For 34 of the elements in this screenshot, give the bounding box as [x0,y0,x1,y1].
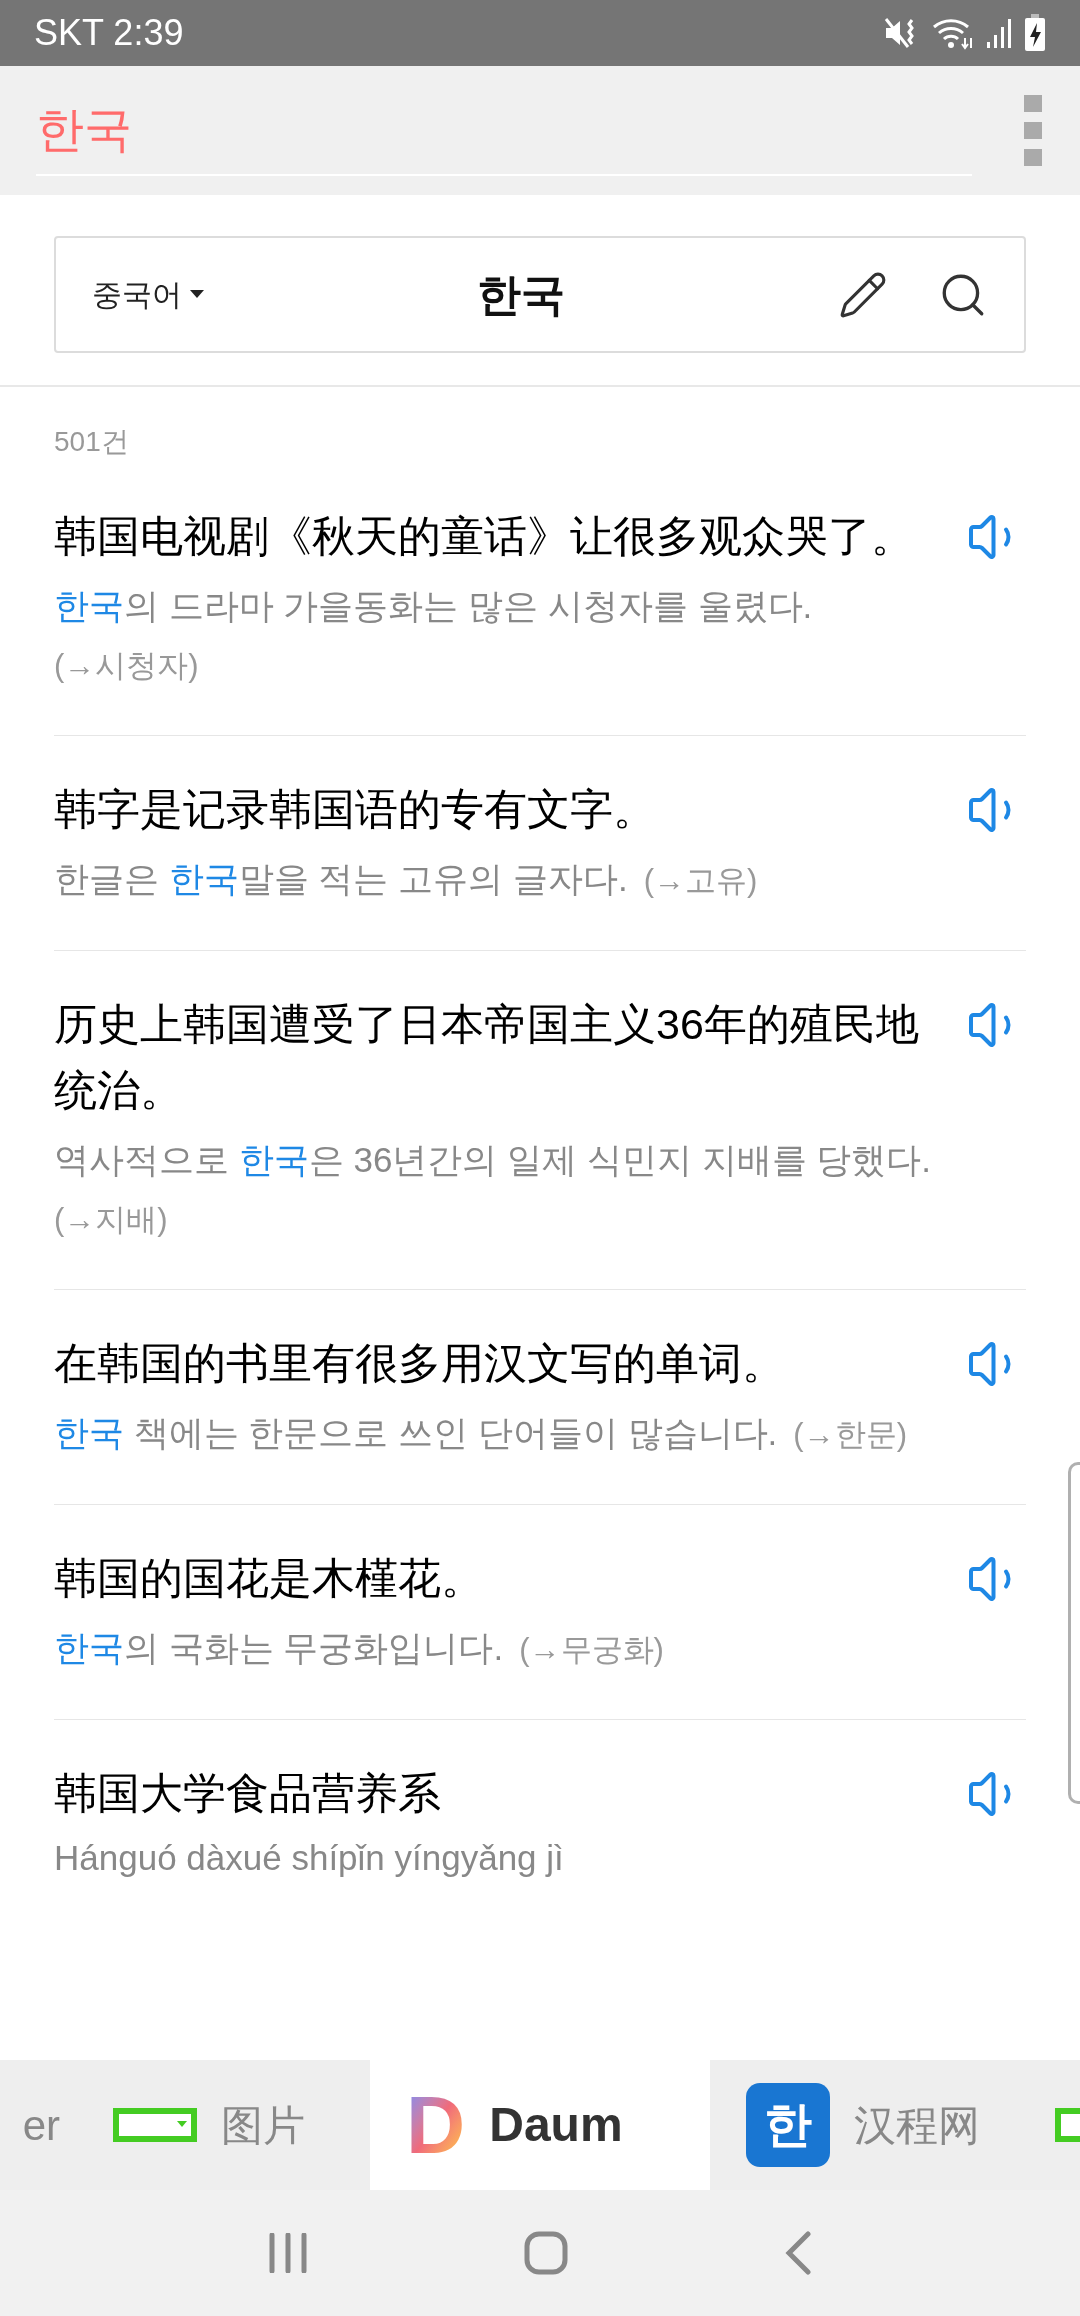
query-field[interactable]: 한국 [36,85,972,176]
result-count: 501건 [54,425,130,459]
scroll-handle[interactable] [1068,1462,1080,1804]
chinese-sentence: 历史上韩国遭受了日本帝国主义36年的殖民地统治。 [54,999,920,1116]
logo-icon: 한 [746,2083,830,2167]
korean-translation: 한국의 국화는 무궁화입니다. [54,1628,504,1667]
chinese-sentence: 韩字是记录韩国语的专有文字。 [54,784,657,835]
search-field[interactable]: 한국 [204,261,838,328]
overflow-menu-icon[interactable] [1024,94,1044,167]
reference-link[interactable]: (→고유) [643,863,758,898]
korean-translation: 한국의 드라마 가을동화는 많은 시청자를 울렸다. [54,586,813,625]
chinese-sentence: 在韩国的书里有很多用汉文写的单词。 [54,1338,786,1389]
caret-icon [190,289,204,300]
signal-icon [986,16,1012,50]
language-dropdown[interactable]: 중국어 [92,272,204,317]
reference-link[interactable]: (→지배) [54,1202,168,1237]
reference-link[interactable]: (→시청자) [54,648,199,683]
image-frame-icon [113,2108,197,2142]
korean-translation: 역사적으로 한국은 36년간의 일제 식민지 지배를 당했다. [54,1140,931,1179]
recent-apps-icon[interactable] [268,2233,308,2273]
korean-translation: 한국 책에는 한문으로 쓰인 단어들이 많습니다. [54,1413,778,1452]
chinese-sentence: 韩国的国花是木槿花。 [54,1553,485,1604]
status-text: SKT 2:39 [34,11,184,55]
back-icon[interactable] [784,2231,812,2275]
chinese-sentence: 韩国大学食品营养系 [54,1768,442,1819]
wifi-icon [932,16,974,50]
reference-link[interactable]: (→무궁화) [519,1632,664,1667]
home-icon[interactable] [524,2231,568,2275]
app-tab[interactable]: D Daum [370,2060,710,2190]
pinyin-text: Hánguó dàxué shípǐn yíngyǎng jì [54,1837,565,1879]
chinese-sentence: 韩国电视剧《秋天的童话》让很多观众哭了。 [54,511,915,562]
korean-translation: 한글은 한국말을 적는 고유의 글자다. [54,859,628,898]
reference-link[interactable]: (→한문) [793,1417,907,1452]
battery-icon [1024,14,1046,52]
